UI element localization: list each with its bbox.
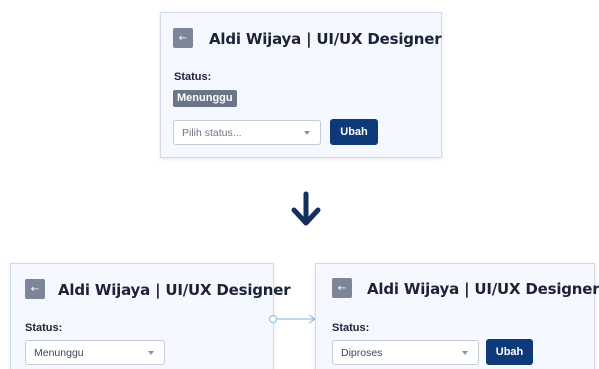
back-button[interactable]: ←: [173, 28, 193, 48]
status-select-value: Diproses: [341, 346, 383, 359]
chevron-down-icon: [148, 351, 154, 355]
status-select[interactable]: Menunggu: [25, 340, 165, 365]
page-title: Aldi Wijaya | UI/UX Designer: [209, 30, 442, 48]
arrow-left-icon: ←: [178, 32, 188, 44]
back-button[interactable]: ←: [25, 279, 45, 299]
arrow-left-icon: ←: [30, 283, 40, 295]
status-card-selected: ← Aldi Wijaya | UI/UX Designer Status: D…: [315, 263, 599, 369]
arrow-left-icon: ←: [337, 282, 347, 294]
arrow-right-icon: [268, 314, 317, 324]
page-title: Aldi Wijaya | UI/UX Designer: [367, 280, 599, 298]
chevron-down-icon: [462, 351, 468, 355]
canvas: ← Aldi Wijaya | UI/UX Designer Status: M…: [0, 0, 599, 369]
arrow-down-icon: [291, 191, 321, 226]
status-badge: Menunggu: [173, 90, 237, 107]
status-card-initial: ← Aldi Wijaya | UI/UX Designer Status: M…: [160, 12, 442, 158]
chevron-down-icon: [304, 131, 310, 135]
status-select-value: Menunggu: [34, 346, 84, 359]
ubah-button[interactable]: Ubah: [330, 119, 378, 145]
status-label: Status:: [25, 322, 63, 334]
status-label: Status:: [174, 71, 212, 83]
status-select-placeholder: Pilih status...: [182, 126, 242, 139]
status-select[interactable]: Diproses: [332, 340, 479, 365]
status-select[interactable]: Pilih status...: [173, 120, 321, 145]
ubah-button[interactable]: Ubah: [486, 339, 533, 365]
back-button[interactable]: ←: [332, 278, 352, 298]
status-label: Status:: [332, 322, 370, 334]
status-card-selecting: ← Aldi Wijaya | UI/UX Designer Status: M…: [10, 263, 291, 369]
page-title: Aldi Wijaya | UI/UX Designer: [58, 281, 291, 299]
